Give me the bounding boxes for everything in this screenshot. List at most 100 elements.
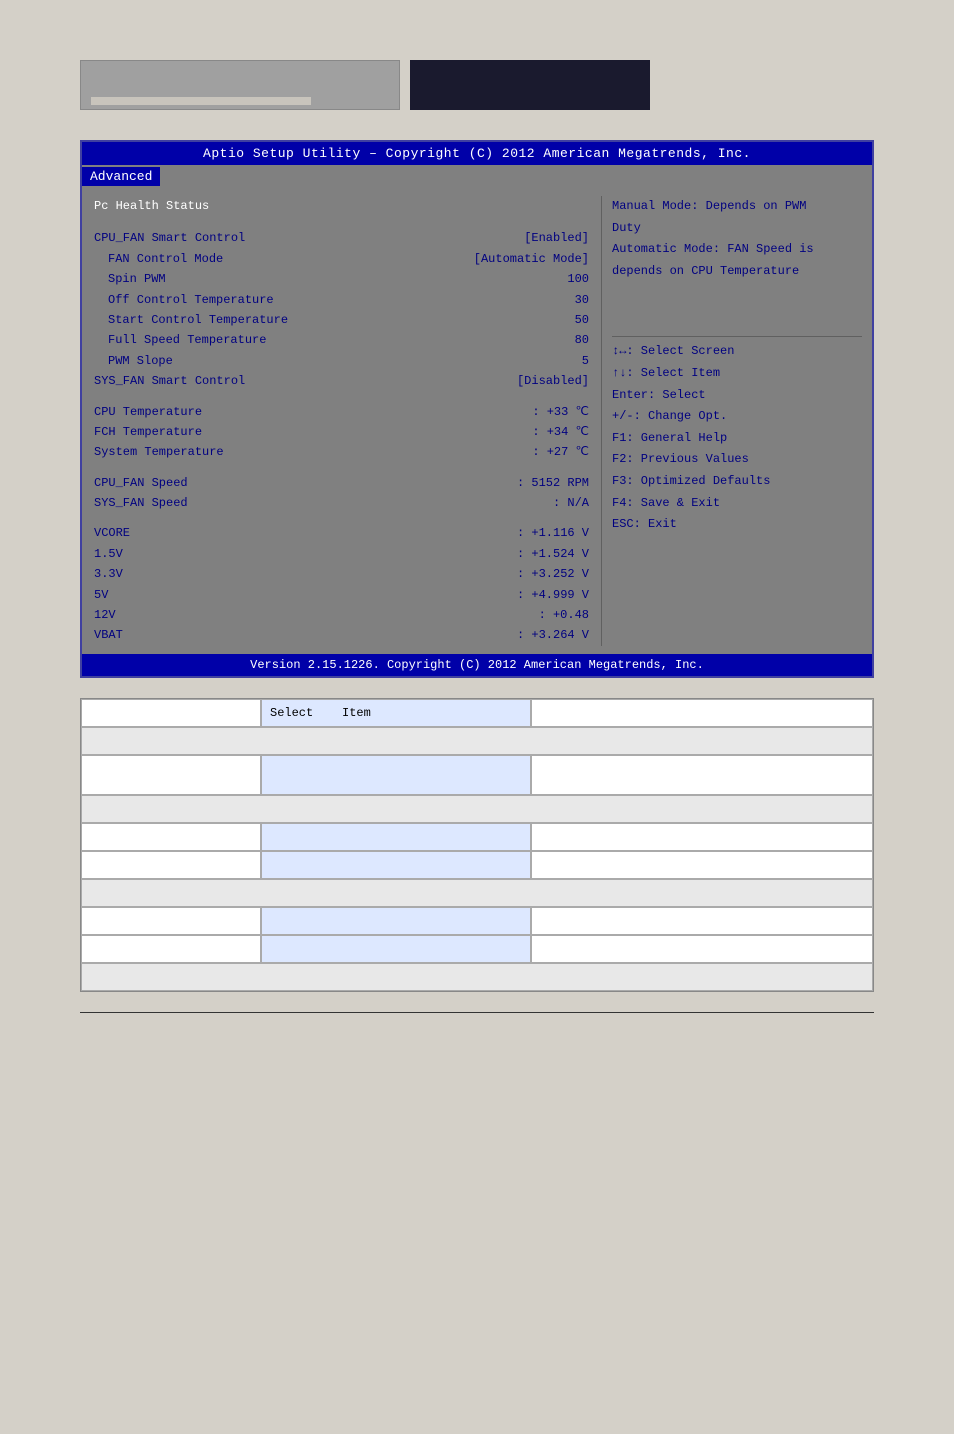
bios-volt-val-2: : +3.252 V: [517, 564, 589, 584]
bios-item-5[interactable]: Full Speed Temperature 80: [94, 330, 589, 350]
bios-volt-key-0: VCORE: [94, 523, 130, 543]
table-cell-r0c0: [81, 699, 261, 727]
table-cell-r0c1: Select Item: [261, 699, 531, 727]
bios-window: Aptio Setup Utility – Copyright (C) 2012…: [80, 140, 874, 678]
table-row-span-2: [81, 795, 873, 823]
bios-hint-1: ↑↓: Select Item: [612, 363, 862, 385]
bios-volt-key-1: 1.5V: [94, 544, 123, 564]
top-header: [0, 0, 954, 130]
table-cell-r2c0: [81, 755, 261, 795]
bios-temp-val-0: : +33 ℃: [532, 402, 589, 422]
table-cell-r4c1b: [261, 935, 531, 963]
bios-temp-key-0: CPU Temperature: [94, 402, 202, 422]
select-label: Select: [270, 706, 313, 720]
footer-line: [80, 1012, 874, 1017]
bios-volt-0: VCORE : +1.116 V: [94, 523, 589, 543]
bios-temp-key-2: System Temperature: [94, 442, 224, 462]
bios-key-6: PWM Slope: [94, 351, 173, 371]
bios-key-3: Off Control Temperature: [94, 290, 274, 310]
bios-temp-0: CPU Temperature : +33 ℃: [94, 402, 589, 422]
bios-item-2[interactable]: Spin PWM 100: [94, 269, 589, 289]
bios-hint-8: ESC: Exit: [612, 514, 862, 536]
bios-val-6: 5: [582, 351, 589, 371]
header-right-panel: [410, 60, 650, 110]
table-cell-r4c2b: [531, 935, 873, 963]
bios-menu-advanced[interactable]: Advanced: [82, 167, 160, 186]
header-left-bar: [91, 97, 311, 105]
bios-temp-2: System Temperature : +27 ℃: [94, 442, 589, 462]
table-row-span-1: [81, 727, 873, 755]
bios-hint-6: F3: Optimized Defaults: [612, 471, 862, 493]
table-cell-r4c1: [261, 907, 531, 935]
bios-val-3: 30: [575, 290, 589, 310]
item-label: Item: [342, 706, 371, 720]
bios-volt-2: 3.3V : +3.252 V: [94, 564, 589, 584]
bios-footer: Version 2.15.1226. Copyright (C) 2012 Am…: [82, 654, 872, 676]
bios-volt-5: VBAT : +3.264 V: [94, 625, 589, 645]
bios-footer-text: Version 2.15.1226. Copyright (C) 2012 Am…: [250, 658, 704, 672]
bios-title: Aptio Setup Utility – Copyright (C) 2012…: [203, 146, 751, 161]
bios-hint-2: Enter: Select: [612, 385, 862, 407]
bios-volt-key-5: VBAT: [94, 625, 123, 645]
bios-volt-key-2: 3.3V: [94, 564, 123, 584]
bios-section-title: Pc Health Status: [94, 196, 589, 216]
bios-right-info-1: Duty: [612, 218, 862, 240]
bios-volt-key-3: 5V: [94, 585, 108, 605]
bios-title-bar: Aptio Setup Utility – Copyright (C) 2012…: [82, 142, 872, 165]
bios-key-7: SYS_FAN Smart Control: [94, 371, 245, 391]
bios-left-panel: Pc Health Status CPU_FAN Smart Control […: [82, 188, 601, 654]
bios-temp-val-2: : +27 ℃: [532, 442, 589, 462]
bios-hint-7: F4: Save & Exit: [612, 493, 862, 515]
table-cell-r3c0: [81, 823, 261, 851]
bios-val-5: 80: [575, 330, 589, 350]
bios-key-0: CPU_FAN Smart Control: [94, 228, 245, 248]
bios-hint-5: F2: Previous Values: [612, 449, 862, 471]
bios-item-1[interactable]: FAN Control Mode [Automatic Mode]: [94, 249, 589, 269]
bios-val-7: [Disabled]: [517, 371, 589, 391]
bios-key-2: Spin PWM: [94, 269, 166, 289]
bios-item-4[interactable]: Start Control Temperature 50: [94, 310, 589, 330]
bios-fan-0: CPU_FAN Speed : 5152 RPM: [94, 473, 589, 493]
table-cell-r3c0b: [81, 851, 261, 879]
bios-val-2: 100: [567, 269, 589, 289]
bios-item-0[interactable]: CPU_FAN Smart Control [Enabled]: [94, 228, 589, 248]
bios-item-3[interactable]: Off Control Temperature 30: [94, 290, 589, 310]
bios-volt-key-4: 12V: [94, 605, 116, 625]
bios-right-info-3: depends on CPU Temperature: [612, 261, 862, 283]
bios-hint-3: +/-: Change Opt.: [612, 406, 862, 428]
bios-key-5: Full Speed Temperature: [94, 330, 266, 350]
bios-fan-val-0: : 5152 RPM: [517, 473, 589, 493]
table-cell-r3c2: [531, 823, 873, 851]
table-section: Select Item: [80, 698, 874, 992]
table-row-span-3: [81, 879, 873, 907]
bios-item-7[interactable]: SYS_FAN Smart Control [Disabled]: [94, 371, 589, 391]
bios-val-4: 50: [575, 310, 589, 330]
bios-fan-val-1: : N/A: [553, 493, 589, 513]
bios-temp-1: FCH Temperature : +34 ℃: [94, 422, 589, 442]
bios-volt-4: 12V : +0.48: [94, 605, 589, 625]
bios-hint-4: F1: General Help: [612, 428, 862, 450]
table-grid: Select Item: [81, 699, 873, 991]
bios-volt-val-3: : +4.999 V: [517, 585, 589, 605]
bios-body: Pc Health Status CPU_FAN Smart Control […: [82, 188, 872, 654]
bios-key-4: Start Control Temperature: [94, 310, 288, 330]
bios-val-0: [Enabled]: [524, 228, 589, 248]
bios-volt-val-4: : +0.48: [539, 605, 589, 625]
table-cell-r0c2: [531, 699, 873, 727]
bios-volt-val-5: : +3.264 V: [517, 625, 589, 645]
table-cell-r3c1: [261, 823, 531, 851]
bios-volt-1: 1.5V : +1.524 V: [94, 544, 589, 564]
table-cell-r2c1: [261, 755, 531, 795]
bios-item-6[interactable]: PWM Slope 5: [94, 351, 589, 371]
bios-menu-bar: Advanced: [82, 165, 872, 188]
bios-temp-val-1: : +34 ℃: [532, 422, 589, 442]
table-cell-r4c0: [81, 907, 261, 935]
bios-volt-val-0: : +1.116 V: [517, 523, 589, 543]
bios-fan-key-1: SYS_FAN Speed: [94, 493, 188, 513]
bios-volt-val-1: : +1.524 V: [517, 544, 589, 564]
bios-temp-key-1: FCH Temperature: [94, 422, 202, 442]
header-left-panel: [80, 60, 400, 110]
bios-fan-key-0: CPU_FAN Speed: [94, 473, 188, 493]
table-cell-r4c2: [531, 907, 873, 935]
bios-right-info-2: Automatic Mode: FAN Speed is: [612, 239, 862, 261]
